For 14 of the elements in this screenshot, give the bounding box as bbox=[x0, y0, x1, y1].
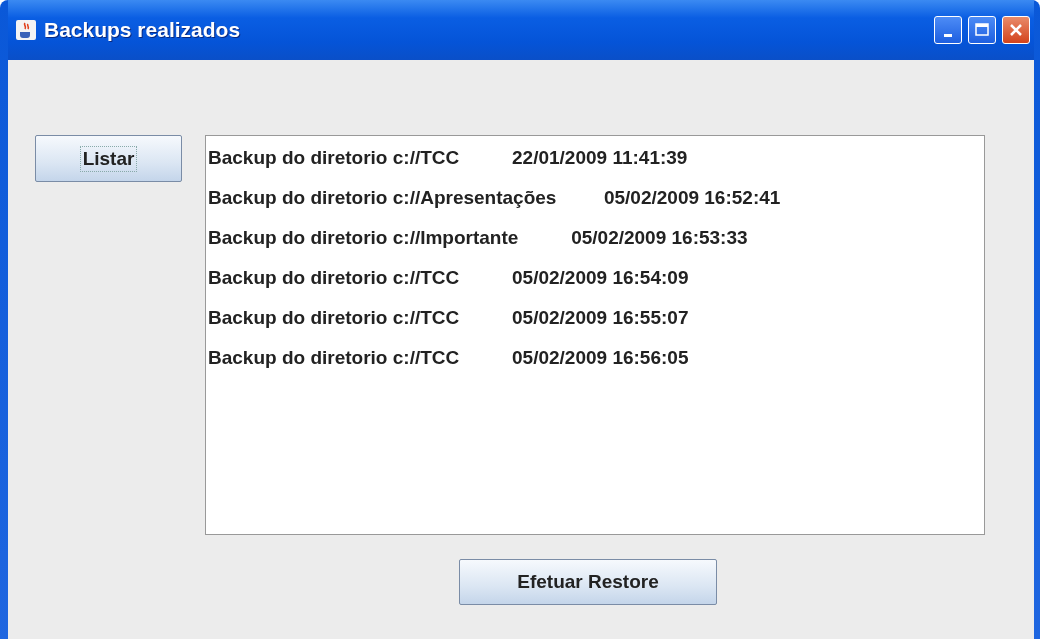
minimize-button[interactable] bbox=[934, 16, 962, 44]
coffee-cup-icon bbox=[16, 20, 36, 40]
backup-entry[interactable]: Backup do diretorio c://TCC 05/02/2009 16:54:09 bbox=[208, 258, 984, 298]
backup-entry[interactable]: Backup do diretorio c://TCC 05/02/2009 16:56:05 bbox=[208, 338, 984, 378]
maximize-button[interactable] bbox=[968, 16, 996, 44]
backup-entry[interactable]: Backup do diretorio c://Importante 05/02/2009 16:53:33 bbox=[208, 218, 984, 258]
list-button[interactable]: Listar bbox=[35, 135, 182, 182]
close-button[interactable] bbox=[1002, 16, 1030, 44]
backup-entry[interactable]: Backup do diretorio c://TCC 05/02/2009 16:55:07 bbox=[208, 298, 984, 338]
backup-entry[interactable]: Backup do diretorio c://Apresentações 05/02/2009 16:52:41 bbox=[208, 178, 984, 218]
window-title: Backups realizados bbox=[44, 18, 241, 42]
backup-entry[interactable]: Backup do diretorio c://TCC 22/01/2009 11:41:39 bbox=[208, 138, 984, 178]
restore-button[interactable]: Efetuar Restore bbox=[459, 559, 717, 605]
minimize-icon bbox=[944, 33, 952, 37]
